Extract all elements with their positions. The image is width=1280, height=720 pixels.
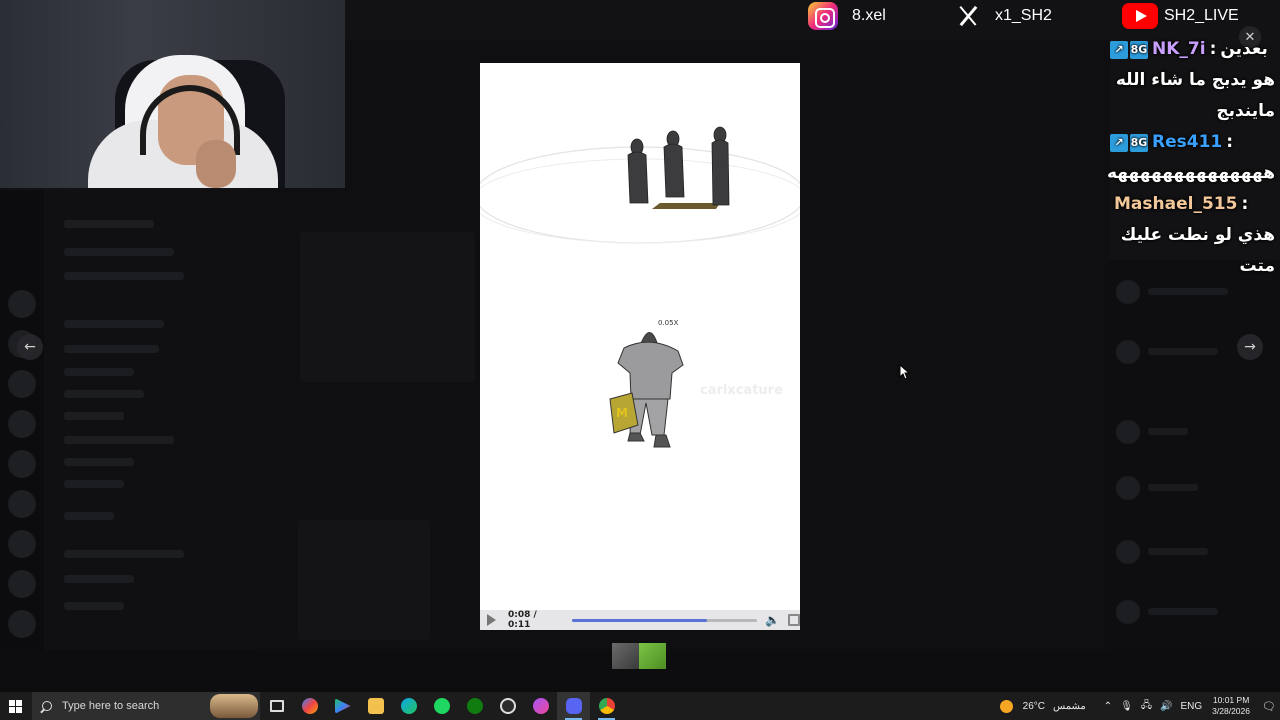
spotify-icon xyxy=(433,698,450,714)
chat-username: Mashael_515 xyxy=(1114,194,1238,214)
video-watermark: carixcature xyxy=(700,383,783,398)
background-channel-list xyxy=(44,190,250,660)
x-logo-icon xyxy=(955,3,981,29)
obs-icon xyxy=(499,698,516,714)
clock-date: 3/28/2026 xyxy=(1212,706,1250,716)
search-highlight-image xyxy=(210,694,258,718)
seek-bar-progress xyxy=(571,618,708,622)
folder-icon xyxy=(367,698,384,714)
taskbar-app-messenger[interactable] xyxy=(524,692,557,720)
chat-message: ↗ 8G NK_7i : بعدين هو يدبج ما شاء الله ما… xyxy=(1110,34,1275,127)
chat-username: NK_7i xyxy=(1152,39,1206,59)
mouse-cursor-icon xyxy=(899,364,911,380)
background-thumbnail xyxy=(300,232,475,382)
taskbar-app-file-explorer[interactable] xyxy=(359,692,392,720)
next-media-button[interactable]: → xyxy=(1237,334,1263,360)
taskbar-app-discord[interactable] xyxy=(557,692,590,720)
instagram-label: 8.xel xyxy=(852,7,886,24)
taskbar-app-spotify[interactable] xyxy=(425,692,458,720)
video-time: 0:08 / 0:11 xyxy=(508,610,537,630)
stream-screen: 8.xel x1_SH2 SH2_LIVE ✕ ← → ↗ 8G NK_7i : … xyxy=(0,0,1280,720)
taskbar-search-box[interactable]: Type here to search xyxy=(32,692,260,720)
volume-icon[interactable]: 🔊 xyxy=(1160,701,1172,712)
chrome-icon xyxy=(598,698,615,714)
background-thumbnail xyxy=(298,520,430,640)
chat-text: ههههههههههههههه xyxy=(1107,163,1275,183)
instagram-handle: 8.xel xyxy=(808,2,886,30)
clock-time: 10:01 PM xyxy=(1212,695,1250,705)
play-store-icon xyxy=(334,698,351,714)
chat-prefix: بعدين xyxy=(1220,39,1268,59)
xbox-icon xyxy=(466,698,483,714)
edge-icon xyxy=(400,698,417,714)
background-member-list xyxy=(1110,260,1280,690)
chat-badge-icon: ↗ 8G xyxy=(1110,40,1148,59)
language-indicator[interactable]: ENG xyxy=(1181,701,1203,712)
search-icon xyxy=(42,701,52,711)
messenger-icon xyxy=(532,698,549,714)
microphone-icon[interactable]: 🎙 xyxy=(1120,701,1133,712)
windows-taskbar: Type here to search 26°C مشمس ⌃ 🎙 🖧 🔊 EN… xyxy=(0,692,1280,720)
sun-icon xyxy=(999,699,1013,713)
notifications-button[interactable]: 🗨 xyxy=(1258,692,1280,720)
arrow-left-icon: ← xyxy=(24,339,36,355)
play-icon[interactable] xyxy=(487,614,496,626)
weather-condition[interactable]: مشمس xyxy=(1053,701,1086,712)
chat-badge-icon: ↗ 8G xyxy=(1110,133,1148,152)
video-frame: 0.05X carixcature M xyxy=(480,63,800,610)
webcam-feed xyxy=(0,0,345,188)
taskbar-clock[interactable]: 10:01 PM 3/28/2026 xyxy=(1212,695,1250,717)
youtube-label: SH2_LIVE xyxy=(1164,7,1239,24)
task-view-button[interactable] xyxy=(260,692,293,720)
taskbar-app-edge[interactable] xyxy=(392,692,425,720)
x-handle: x1_SH2 xyxy=(955,2,1052,30)
chat-text: هو يدبج ما شاء الله مايندبج xyxy=(1115,70,1275,121)
chat-message: Mashael_515 : هذي لو نطت عليك متت xyxy=(1110,189,1275,282)
discord-icon xyxy=(565,698,582,714)
chat-username: Res411 xyxy=(1152,132,1223,152)
windows-logo-icon xyxy=(8,699,22,713)
taskbar-app-copilot[interactable] xyxy=(293,692,326,720)
taskbar-app-xbox[interactable] xyxy=(458,692,491,720)
instagram-icon xyxy=(808,2,838,30)
arrow-right-icon: → xyxy=(1244,339,1256,355)
background-banner xyxy=(345,120,485,180)
video-controls: 0:08 / 0:11 🔈 xyxy=(480,610,800,630)
copilot-icon xyxy=(301,698,318,714)
taskbar-app-chrome[interactable] xyxy=(590,692,623,720)
weather-temperature[interactable]: 26°C xyxy=(1023,701,1045,712)
taskbar-app-obs[interactable] xyxy=(491,692,524,720)
seek-bar[interactable] xyxy=(571,618,758,622)
speed-label: 0.05X xyxy=(658,319,679,327)
media-thumbnail-strip xyxy=(612,643,666,669)
x-label: x1_SH2 xyxy=(995,7,1052,24)
network-icon[interactable]: 🖧 xyxy=(1141,698,1152,715)
svg-text:M: M xyxy=(616,406,628,420)
youtube-icon xyxy=(1122,3,1158,29)
taskbar-app-play-store[interactable] xyxy=(326,692,359,720)
task-view-icon xyxy=(269,700,284,712)
media-thumbnail[interactable] xyxy=(612,643,639,669)
volume-icon[interactable]: 🔈 xyxy=(765,613,780,627)
start-button[interactable] xyxy=(0,692,30,720)
chat-message: ↗ 8G Res411 : ههههههههههههههه xyxy=(1107,127,1275,189)
chevron-up-icon[interactable]: ⌃ xyxy=(1104,701,1112,712)
previous-media-button[interactable]: ← xyxy=(17,334,43,360)
system-tray: 26°C مشمس ⌃ 🎙 🖧 🔊 ENG 10:01 PM 3/28/2026… xyxy=(999,692,1280,720)
media-thumbnail[interactable] xyxy=(639,643,666,669)
fullscreen-icon[interactable] xyxy=(788,614,800,626)
search-placeholder: Type here to search xyxy=(62,700,160,712)
background-server-list xyxy=(0,190,44,690)
video-player[interactable]: 0.05X carixcature M 0:08 / 0:11 🔈 xyxy=(480,63,800,630)
notification-icon: 🗨 xyxy=(1262,700,1276,713)
chat-text: هذي لو نطت عليك متت xyxy=(1120,225,1275,276)
chat-overlay: ↗ 8G NK_7i : بعدين هو يدبج ما شاء الله ما… xyxy=(1107,34,1275,282)
youtube-handle: SH2_LIVE xyxy=(1122,2,1239,30)
